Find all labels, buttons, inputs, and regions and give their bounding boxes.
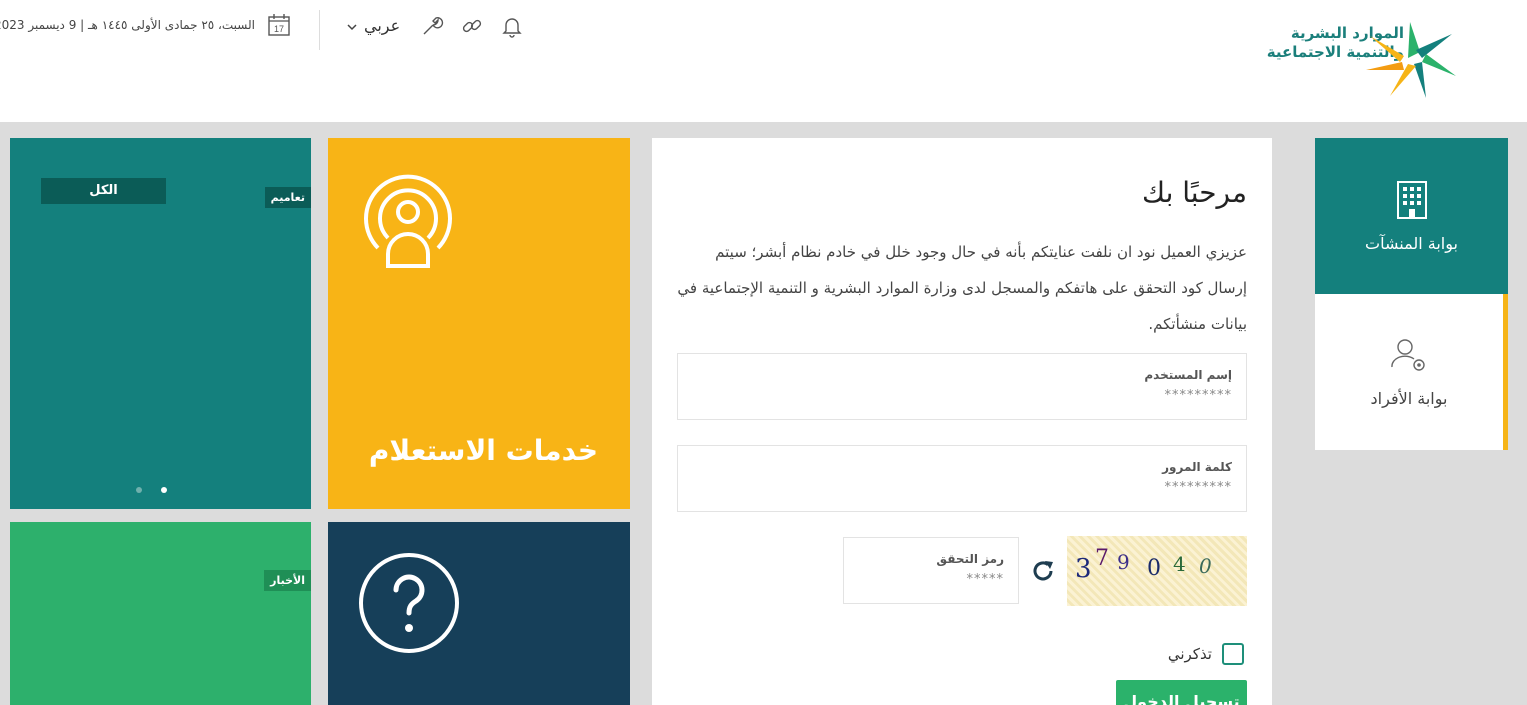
language-selector[interactable]: عربي — [346, 16, 400, 35]
password-field[interactable]: كلمة المرور ********* — [677, 445, 1247, 512]
username-field[interactable]: إسم المستخدم ********* — [677, 353, 1247, 420]
inquiry-services-tile[interactable]: خدمات الاستعلام — [328, 138, 630, 509]
circulars-tag: تعاميم — [264, 187, 311, 208]
captcha-digit: 0 — [1199, 554, 1212, 578]
username-value[interactable]: ********* — [1165, 388, 1233, 403]
username-label: إسم المستخدم — [1144, 368, 1232, 382]
remember-checkbox[interactable] — [1222, 643, 1244, 665]
captcha-digit: 4 — [1173, 552, 1186, 576]
portal-sidebar: بوابة المنشآت بوابة الأفراد — [1315, 138, 1508, 450]
all-button[interactable]: الكل — [41, 178, 166, 204]
captcha-label: رمز التحقق — [936, 552, 1004, 566]
calendar-day: 17 — [274, 24, 284, 34]
login-panel: مرحبًا بك عزيزي العميل نود ان نلفت عنايت… — [652, 138, 1272, 705]
user-gear-icon — [1391, 338, 1425, 371]
refresh-icon[interactable] — [1030, 558, 1056, 584]
captcha-value[interactable]: ***** — [967, 572, 1005, 587]
logo-mark-icon — [1366, 22, 1456, 98]
ministry-logo[interactable]: الموارد البشرية والتنمية الاجتماعية — [1205, 18, 1460, 100]
chevron-down-icon — [347, 23, 357, 30]
header-divider — [319, 10, 320, 50]
captcha-digit: 9 — [1117, 550, 1130, 574]
captcha-digit: 3 — [1075, 554, 1092, 584]
link-icon[interactable] — [460, 14, 484, 38]
news-tile: الأخبار — [10, 522, 311, 705]
inquiry-title: خدمات الاستعلام — [368, 434, 598, 467]
wrench-icon[interactable] — [420, 14, 444, 38]
carousel-dot-active[interactable] — [161, 487, 167, 493]
captcha-image: 3 7 9 0 4 0 — [1067, 536, 1247, 606]
captcha-digit: 0 — [1147, 556, 1161, 581]
login-button[interactable]: تسجيل الدخول — [1116, 680, 1247, 705]
current-date: السبت، ٢٥ جمادى الأولى ١٤٤٥ هـ | 9 ديسمب… — [0, 18, 255, 32]
carousel-dot[interactable] — [136, 487, 142, 493]
bell-icon[interactable] — [500, 14, 524, 38]
top-header: الموارد البشرية والتنمية الاجتماعية السب… — [0, 0, 1527, 122]
remember-me[interactable]: تذكرني — [1168, 643, 1244, 665]
password-value[interactable]: ********* — [1165, 480, 1233, 495]
broadcast-user-icon — [364, 174, 452, 268]
captcha-digit: 7 — [1095, 546, 1109, 571]
help-tile[interactable] — [328, 522, 630, 705]
question-icon — [359, 553, 459, 653]
intro-text: عزيزي العميل نود ان نلفت عنايتكم بأنه في… — [677, 243, 1247, 333]
news-tag: الأخبار — [264, 570, 311, 591]
sidebar-item-label: بوابة المنشآت — [1365, 233, 1458, 253]
calendar-icon: 17 — [266, 12, 292, 38]
password-label: كلمة المرور — [1162, 460, 1232, 474]
captcha-field[interactable]: رمز التحقق ***** — [843, 537, 1019, 604]
sidebar-item-individuals[interactable]: بوابة الأفراد — [1315, 294, 1508, 450]
remember-label: تذكرني — [1167, 645, 1212, 663]
building-icon — [1396, 180, 1427, 219]
language-label: عربي — [364, 16, 401, 35]
sidebar-item-establishments[interactable]: بوابة المنشآت — [1315, 138, 1508, 294]
welcome-title: مرحبًا بك — [1141, 176, 1247, 209]
sidebar-item-label: بوابة الأفراد — [1370, 388, 1448, 408]
circulars-tile: تعاميم الكل — [10, 138, 311, 509]
